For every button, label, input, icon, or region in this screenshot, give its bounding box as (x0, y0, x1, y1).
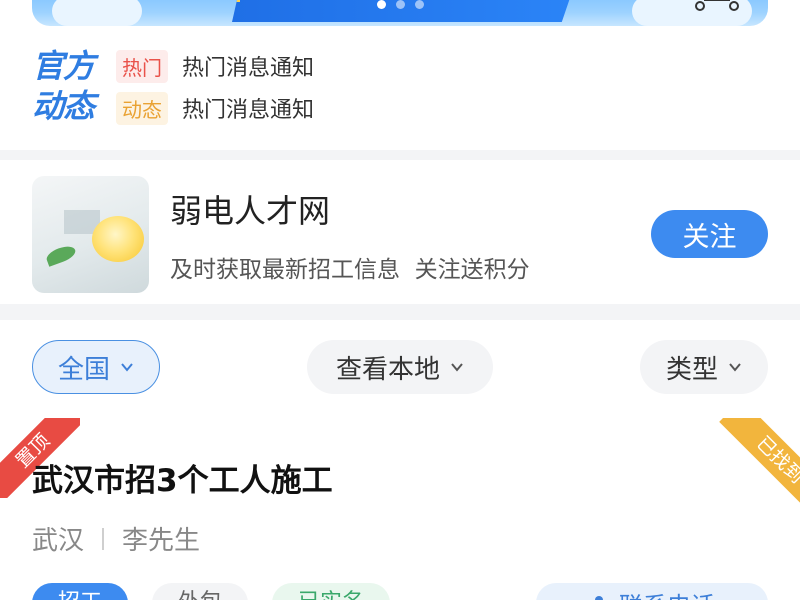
news-item[interactable]: 动态 热门消息通知 (116, 90, 314, 126)
promo-banner[interactable] (32, 0, 768, 26)
recruiter-subtitle: 及时获取最新招工信息 关注送积分 (170, 257, 530, 283)
chevron-down-icon (121, 363, 133, 372)
type-filter-label: 类型 (665, 354, 718, 385)
news-text: 热门消息通知 (182, 98, 315, 123)
type-filter[interactable]: 类型 (640, 340, 768, 394)
found-ribbon: 已找到 (710, 418, 800, 508)
job-tag: 外包 (152, 583, 249, 600)
banner-section: 官方 动态 热门 热门消息通知 动态 热门消息通知 (0, 0, 800, 150)
job-city: 武汉 (32, 526, 85, 556)
lemon-image (92, 216, 144, 262)
news-item[interactable]: 热门 热门消息通知 (116, 48, 314, 84)
job-tag: 招工 (32, 583, 129, 600)
logo-line: 官方 (32, 47, 95, 85)
local-filter-label: 查看本地 (335, 354, 440, 385)
region-filter[interactable]: 全国 (32, 340, 160, 394)
carousel-dot[interactable] (376, 0, 386, 9)
chevron-down-icon (451, 363, 463, 372)
carousel-dot[interactable] (414, 0, 424, 9)
user-icon (595, 596, 603, 600)
region-filter-label: 全国 (57, 354, 110, 385)
divider (102, 527, 105, 550)
carousel-dots[interactable] (32, 0, 768, 9)
follow-button[interactable]: 关注 (651, 210, 768, 258)
found-label: 已找到 (719, 418, 800, 508)
dynamic-tag: 动态 (116, 91, 168, 125)
job-tag: 已实名 (272, 583, 391, 600)
contact-phone-button[interactable]: 联系电话 (536, 583, 768, 600)
official-news-logo: 官方 动态 (32, 46, 104, 126)
logo-line: 动态 (32, 87, 95, 125)
chevron-down-icon (729, 363, 741, 372)
local-filter[interactable]: 查看本地 (307, 340, 493, 394)
carousel-dot[interactable] (395, 0, 405, 9)
news-text: 热门消息通知 (182, 56, 315, 81)
job-contact-name: 李先生 (122, 526, 201, 556)
recruiter-name: 弱电人才网 (170, 192, 331, 230)
contact-phone-label: 联系电话 (619, 586, 715, 600)
recruiter-avatar (32, 176, 149, 293)
job-tags: 招工 外包 已实名 (32, 583, 391, 600)
hot-tag: 热门 (116, 49, 168, 83)
job-meta: 武汉 李先生 (32, 520, 200, 557)
job-title[interactable]: 武汉市招3个工人施工 (32, 455, 333, 500)
